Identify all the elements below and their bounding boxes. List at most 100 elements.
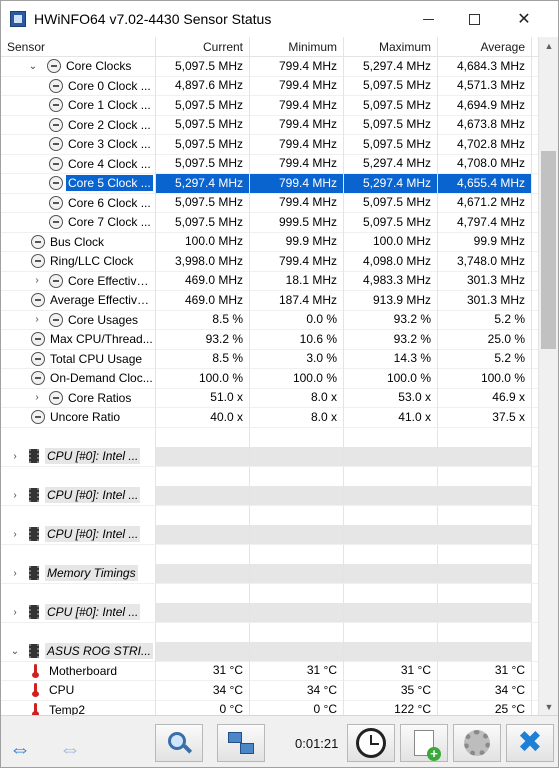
spacer-row xyxy=(1,505,538,525)
current-value: 8.5 % xyxy=(156,349,250,369)
close-button[interactable]: ✕ xyxy=(501,1,547,37)
sensor-group-header[interactable]: › CPU [#0]: Intel ... xyxy=(1,524,538,545)
clock-sensor-icon xyxy=(31,234,45,249)
sensor-group-header[interactable]: › CPU [#0]: Intel ... xyxy=(1,446,538,467)
chevron-right-icon[interactable]: › xyxy=(9,567,21,579)
chevron-right-icon[interactable]: › xyxy=(31,314,43,326)
current-value: 5,097.5 MHz xyxy=(156,212,250,232)
group-label: ASUS ROG STRI... xyxy=(45,643,154,660)
column-maximum[interactable]: Maximum xyxy=(344,37,438,57)
group-label: CPU [#0]: Intel ... xyxy=(45,448,141,465)
sensor-cell: Core 1 Clock ... xyxy=(1,95,156,115)
sensor-search-button[interactable] xyxy=(155,724,203,762)
clock-sensor-icon xyxy=(49,273,63,288)
sensor-cell: Core 4 Clock ... xyxy=(1,154,156,174)
reset-timer-button[interactable] xyxy=(347,724,395,762)
average-value: 100.0 % xyxy=(438,368,532,388)
sensor-cell: Max CPU/Thread... xyxy=(1,329,156,349)
maximize-button[interactable] xyxy=(451,1,497,37)
table-row[interactable]: Average Effective... 469.0 MHz 187.4 MHz… xyxy=(1,290,538,311)
sensor-cell: › CPU [#0]: Intel ... xyxy=(1,602,156,622)
current-value: 51.0 x xyxy=(156,388,250,408)
table-row[interactable]: CPU 34 °C 34 °C 35 °C 34 °C xyxy=(1,680,538,701)
vertical-scrollbar[interactable]: ▲ ▼ xyxy=(538,37,558,715)
close-icon: ✕ xyxy=(517,11,531,28)
table-row[interactable]: Core 0 Clock ... 4,897.6 MHz 799.4 MHz 5… xyxy=(1,76,538,96)
sensor-cell: ⌄ Core Clocks xyxy=(1,57,156,76)
sensor-group-header[interactable]: › Memory Timings xyxy=(1,563,538,584)
sensor-cell: › CPU [#0]: Intel ... xyxy=(1,485,156,505)
chevron-down-icon[interactable]: ⌄ xyxy=(27,60,39,72)
current-value: 5,097.5 MHz xyxy=(156,134,250,154)
settings-button[interactable] xyxy=(453,724,501,762)
clock-sensor-icon xyxy=(49,98,63,113)
navigate-right-button[interactable]: ⇔ xyxy=(59,736,81,762)
chevron-right-icon[interactable]: › xyxy=(9,450,21,462)
clock-sensor-icon xyxy=(49,176,63,191)
table-row[interactable]: Ring/LLC Clock 3,998.0 MHz 799.4 MHz 4,0… xyxy=(1,251,538,272)
thermometer-icon xyxy=(31,663,41,678)
scroll-up-icon[interactable]: ▲ xyxy=(539,37,559,54)
network-button[interactable] xyxy=(217,724,265,762)
table-row[interactable]: Core 7 Clock ... 5,097.5 MHz 999.5 MHz 5… xyxy=(1,212,538,233)
sensor-cell: Core 6 Clock ... xyxy=(1,193,156,213)
sensor-cell: Core 5 Clock ... xyxy=(1,173,156,193)
table-row-selected[interactable]: Core 5 Clock ... 5,297.4 MHz 799.4 MHz 5… xyxy=(1,173,538,194)
column-current[interactable]: Current xyxy=(156,37,250,57)
sensor-cell: On-Demand Cloc... xyxy=(1,368,156,388)
chevron-right-icon[interactable]: › xyxy=(31,392,43,404)
sensor-group-header[interactable]: › CPU [#0]: Intel ... xyxy=(1,485,538,506)
maximum-value: 41.0 x xyxy=(344,407,438,427)
maximum-value: 100.0 % xyxy=(344,368,438,388)
table-row[interactable]: ⌄ Core Clocks 5,097.5 MHz 799.4 MHz 5,29… xyxy=(1,57,538,77)
scrollbar-thumb[interactable] xyxy=(541,151,556,349)
table-row[interactable]: › Core Ratios 51.0 x 8.0 x 53.0 x 46.9 x xyxy=(1,388,538,408)
column-average[interactable]: Average xyxy=(438,37,532,57)
logging-button[interactable] xyxy=(400,724,448,762)
average-value: 37.5 x xyxy=(438,407,532,427)
table-row[interactable]: Core 1 Clock ... 5,097.5 MHz 799.4 MHz 5… xyxy=(1,95,538,116)
minimum-value: 8.0 x xyxy=(250,388,344,408)
group-label: CPU [#0]: Intel ... xyxy=(45,487,141,504)
chevron-right-icon[interactable]: › xyxy=(9,606,21,618)
table-row[interactable]: On-Demand Cloc... 100.0 % 100.0 % 100.0 … xyxy=(1,368,538,389)
thermometer-icon xyxy=(31,702,41,715)
table-row[interactable]: Uncore Ratio 40.0 x 8.0 x 41.0 x 37.5 x xyxy=(1,407,538,428)
maximum-value: 5,097.5 MHz xyxy=(344,115,438,135)
table-row[interactable]: Core 6 Clock ... 5,097.5 MHz 799.4 MHz 5… xyxy=(1,193,538,213)
column-sensor[interactable]: Sensor xyxy=(1,37,156,57)
table-row[interactable]: › Core Effective... 469.0 MHz 18.1 MHz 4… xyxy=(1,271,538,291)
current-value: 5,097.5 MHz xyxy=(156,57,250,76)
table-row[interactable]: Temp2 0 °C 0 °C 122 °C 25 °C xyxy=(1,700,538,715)
navigate-left-button[interactable]: ⇔ xyxy=(9,736,31,762)
table-row[interactable]: Total CPU Usage 8.5 % 3.0 % 14.3 % 5.2 % xyxy=(1,349,538,369)
sensor-group-header[interactable]: ⌄ ASUS ROG STRI... xyxy=(1,641,538,662)
chevron-down-icon[interactable]: ⌄ xyxy=(9,645,21,657)
current-value: 100.0 MHz xyxy=(156,232,250,252)
chevron-right-icon[interactable]: › xyxy=(31,275,43,287)
usage-sensor-icon xyxy=(49,312,63,327)
close-sensors-button[interactable]: ✖ xyxy=(506,724,554,762)
sensor-cell: Total CPU Usage xyxy=(1,349,156,369)
table-row[interactable]: Core 4 Clock ... 5,097.5 MHz 799.4 MHz 5… xyxy=(1,154,538,174)
usage-sensor-icon xyxy=(31,332,45,347)
maximum-value: 53.0 x xyxy=(344,388,438,408)
chevron-right-icon[interactable]: › xyxy=(9,528,21,540)
network-icon xyxy=(228,730,254,756)
sensor-cell: › Memory Timings xyxy=(1,563,156,583)
sensor-label: Core 6 Clock ... xyxy=(68,195,151,210)
minimum-value: 799.4 MHz xyxy=(250,57,344,76)
maximum-value: 100.0 MHz xyxy=(344,232,438,252)
table-row[interactable]: Motherboard 31 °C 31 °C 31 °C 31 °C xyxy=(1,661,538,681)
average-value: 4,684.3 MHz xyxy=(438,57,532,76)
scroll-down-icon[interactable]: ▼ xyxy=(539,698,559,715)
table-row[interactable]: Core 3 Clock ... 5,097.5 MHz 799.4 MHz 5… xyxy=(1,134,538,155)
column-minimum[interactable]: Minimum xyxy=(250,37,344,57)
sensor-group-header[interactable]: › CPU [#0]: Intel ... xyxy=(1,602,538,623)
table-row[interactable]: Bus Clock 100.0 MHz 99.9 MHz 100.0 MHz 9… xyxy=(1,232,538,252)
chevron-right-icon[interactable]: › xyxy=(9,489,21,501)
table-row[interactable]: Max CPU/Thread... 93.2 % 10.6 % 93.2 % 2… xyxy=(1,329,538,350)
minimize-button[interactable] xyxy=(405,1,451,37)
table-row[interactable]: › Core Usages 8.5 % 0.0 % 93.2 % 5.2 % xyxy=(1,310,538,330)
table-row[interactable]: Core 2 Clock ... 5,097.5 MHz 799.4 MHz 5… xyxy=(1,115,538,135)
